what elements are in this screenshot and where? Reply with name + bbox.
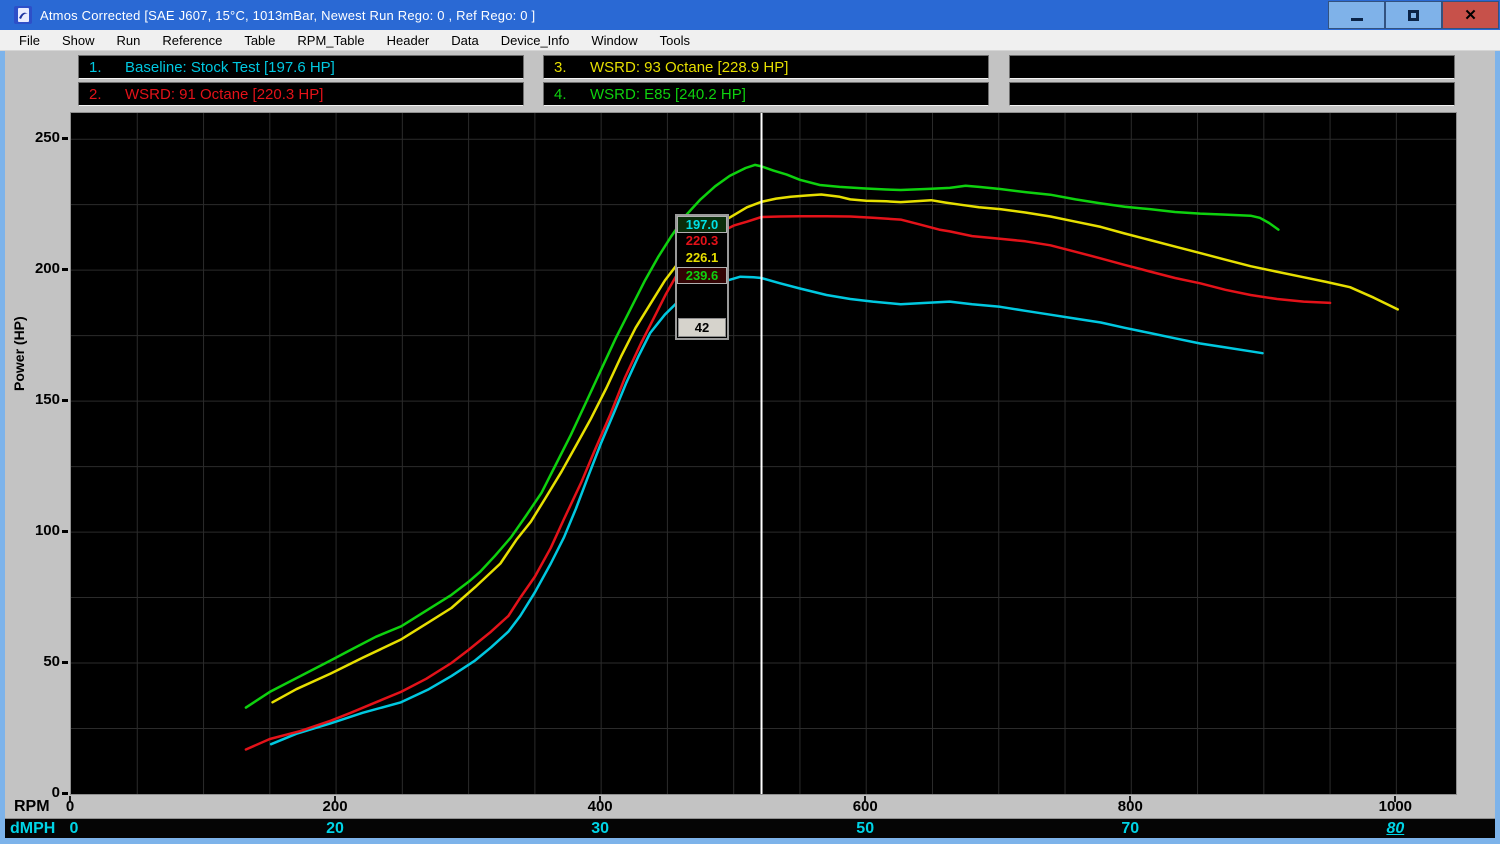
legend-run-number: 4.	[554, 86, 590, 103]
menu-item-reference[interactable]: Reference	[151, 31, 233, 50]
y-tick-label: 200	[5, 260, 68, 278]
dmph-tick-label: 70	[1100, 820, 1160, 838]
x-tick-label: 200	[305, 798, 365, 815]
y-axis-title: Power (HP)	[11, 316, 27, 391]
readout-value-run-2: 220.3	[677, 233, 727, 250]
readout-value-run-3: 226.1	[677, 250, 727, 267]
dmph-tick-label: 0	[44, 820, 104, 838]
cursor-sample-value: 42	[678, 318, 726, 337]
legend-run-number: 3.	[554, 59, 590, 76]
x-tick-label: 0	[40, 798, 100, 815]
y-tick-label: 150	[5, 391, 68, 409]
legend-run-number: 2.	[89, 86, 125, 103]
y-tick-label: 50	[5, 653, 68, 671]
y-tick-text: 250	[35, 129, 60, 146]
legend-run-1[interactable]: 1.Baseline: Stock Test [197.6 HP]	[78, 55, 524, 79]
menu-item-run[interactable]: Run	[105, 31, 151, 50]
y-tick-text: 100	[35, 522, 60, 539]
menu-item-file[interactable]: File	[8, 31, 51, 50]
x-tick-label: 600	[835, 798, 895, 815]
dmph-tick-label: 20	[305, 820, 365, 838]
menu-item-device_info[interactable]: Device_Info	[490, 31, 581, 50]
menu-item-header[interactable]: Header	[376, 31, 441, 50]
power-curve-baseline-stock-test	[271, 277, 1262, 745]
menu-item-rpm_table[interactable]: RPM_Table	[286, 31, 375, 50]
minimize-button[interactable]	[1328, 1, 1385, 29]
app-icon	[14, 6, 32, 24]
legend-run-label: WSRD: E85 [240.2 HP]	[590, 86, 746, 103]
legend-run-3[interactable]: 3.WSRD: 93 Octane [228.9 HP]	[543, 55, 989, 79]
y-tick-text: 150	[35, 391, 60, 408]
legend-run-number: 1.	[89, 59, 125, 76]
legend-empty-1[interactable]	[1009, 55, 1455, 79]
x-tick-label: 400	[570, 798, 630, 815]
dmph-tick-label: 80	[1365, 820, 1425, 838]
client-area: 1.Baseline: Stock Test [197.6 HP] 2.WSRD…	[0, 51, 1500, 844]
readout-value-run-1: 197.0	[677, 216, 727, 233]
dmph-tick-label: 50	[835, 820, 895, 838]
x-tick-label: 1000	[1365, 798, 1425, 815]
legend-run-label: WSRD: 91 Octane [220.3 HP]	[125, 86, 323, 103]
menu-item-window[interactable]: Window	[580, 31, 648, 50]
dmph-tick-label: 30	[570, 820, 630, 838]
menu-item-data[interactable]: Data	[440, 31, 489, 50]
menu-item-tools[interactable]: Tools	[649, 31, 701, 50]
legend-run-label: Baseline: Stock Test [197.6 HP]	[125, 59, 335, 76]
y-tick-mark	[62, 530, 68, 533]
x-tick-label: 800	[1100, 798, 1160, 815]
readout-value-run-4: 239.6	[677, 267, 727, 284]
y-tick-text: 50	[43, 653, 60, 670]
x-axis-dmph-row: dMPH 02030507080	[5, 818, 1495, 838]
legend-run-2[interactable]: 2.WSRD: 91 Octane [220.3 HP]	[78, 82, 524, 106]
legend-empty-2[interactable]	[1009, 82, 1455, 106]
close-button[interactable]: ✕	[1442, 1, 1499, 29]
y-tick-mark	[62, 399, 68, 402]
legend-run-label: WSRD: 93 Octane [228.9 HP]	[590, 59, 788, 76]
maximize-button[interactable]	[1385, 1, 1442, 29]
cursor-readout-box: 197.0220.3226.1239.6 42	[675, 214, 729, 340]
title-bar: Atmos Corrected [SAE J607, 15°C, 1013mBa…	[0, 0, 1500, 30]
power-curve-wsrd-93-octane	[273, 195, 1398, 703]
legend-run-4[interactable]: 4.WSRD: E85 [240.2 HP]	[543, 82, 989, 106]
y-tick-text: 200	[35, 260, 60, 277]
y-tick-label: 100	[5, 522, 68, 540]
menu-bar: FileShowRunReferenceTableRPM_TableHeader…	[0, 30, 1500, 51]
plot-area[interactable]: 197.0220.3226.1239.6 42	[70, 112, 1457, 795]
menu-item-show[interactable]: Show	[51, 31, 106, 50]
power-curve-wsrd-91-octane	[246, 216, 1330, 749]
x-axis-rpm-row: RPM 02004006008001000	[5, 796, 1495, 817]
app-window: Atmos Corrected [SAE J607, 15°C, 1013mBa…	[0, 0, 1500, 844]
y-tick-label: 250	[5, 129, 68, 147]
menu-item-table[interactable]: Table	[233, 31, 286, 50]
y-tick-mark	[62, 792, 68, 795]
window-title: Atmos Corrected [SAE J607, 15°C, 1013mBa…	[40, 8, 535, 23]
chart-canvas[interactable]	[71, 113, 1456, 794]
y-tick-mark	[62, 137, 68, 140]
y-tick-mark	[62, 268, 68, 271]
y-tick-mark	[62, 661, 68, 664]
readout-spacer	[677, 284, 727, 317]
